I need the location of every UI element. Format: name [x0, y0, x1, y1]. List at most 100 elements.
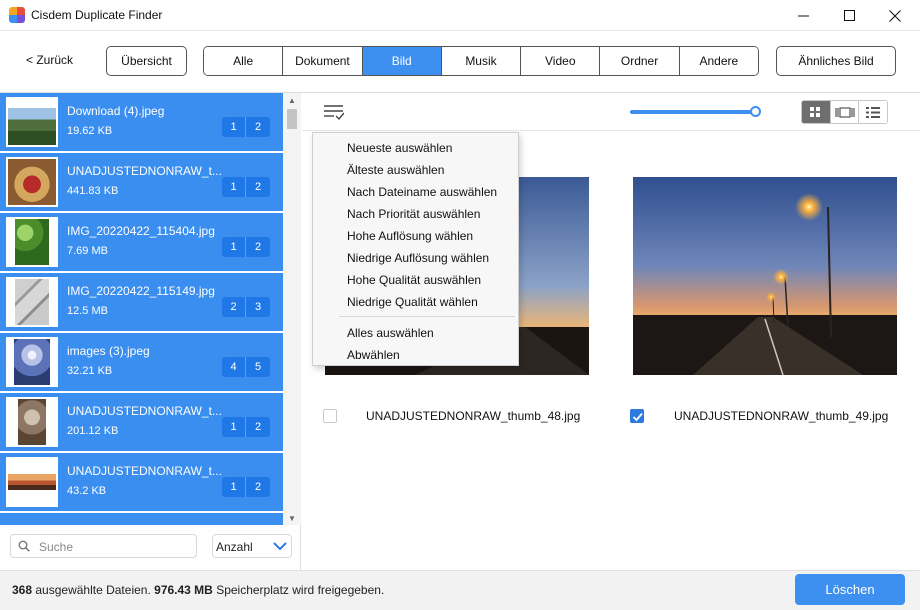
back-button[interactable]: < Zurück — [26, 53, 73, 67]
tab-image[interactable]: Bild — [362, 47, 442, 75]
list-view-icon[interactable] — [859, 101, 887, 123]
tab-all[interactable]: Alle — [204, 47, 284, 75]
list-item-partial[interactable] — [0, 513, 283, 525]
sort-dropdown[interactable]: Anzahl — [212, 534, 292, 558]
filmstrip-view-icon[interactable] — [830, 101, 860, 123]
file-checkbox[interactable] — [323, 409, 337, 423]
menu-item-newest[interactable]: Neueste auswählen — [347, 141, 452, 155]
thumbnail — [6, 157, 58, 207]
duplicate-count: 4 5 — [222, 357, 270, 377]
thumbnail — [6, 457, 58, 507]
list-item[interactable]: IMG_20220422_115404.jpg 7.69 MB 1 2 — [0, 213, 283, 271]
zoom-slider[interactable] — [630, 110, 756, 114]
select-options-menu: Neueste auswählen Älteste auswählen Nach… — [312, 132, 519, 366]
preview-toolbar — [302, 93, 920, 131]
menu-item-high-quality[interactable]: Hohe Qualität auswählen — [347, 273, 481, 287]
view-mode-toggle — [801, 100, 888, 124]
count-a: 1 — [222, 417, 246, 437]
duplicate-group-list: Download (4).jpeg 19.62 KB 1 2 UNADJUSTE… — [0, 93, 283, 525]
menu-item-by-priority[interactable]: Nach Priorität auswählen — [347, 207, 480, 221]
maximize-icon[interactable] — [826, 0, 872, 31]
tab-video[interactable]: Video — [521, 47, 601, 75]
scroll-up-icon[interactable]: ▲ — [283, 93, 301, 107]
freed-text: Speicherplatz wird freigegeben. — [216, 583, 385, 597]
minimize-icon[interactable] — [780, 0, 826, 31]
count-a: 1 — [222, 477, 246, 497]
count-a: 1 — [222, 177, 246, 197]
scroll-down-icon[interactable]: ▼ — [283, 511, 301, 525]
delete-button[interactable]: Löschen — [795, 574, 905, 605]
zoom-slider-handle[interactable] — [750, 106, 761, 117]
select-options-icon[interactable] — [324, 103, 344, 121]
count-b: 2 — [246, 417, 270, 437]
tab-folder[interactable]: Ordner — [600, 47, 680, 75]
item-size: 12.5 MB — [67, 305, 108, 317]
scroll-thumb[interactable] — [287, 109, 297, 129]
list-item[interactable]: UNADJUSTEDNONRAW_t... 43.2 KB 1 2 — [0, 453, 283, 511]
count-b: 2 — [246, 117, 270, 137]
item-size: 19.62 KB — [67, 125, 113, 137]
duplicate-count: 1 2 — [222, 417, 270, 437]
selection-summary: 368 ausgewählte Dateien. 976.43 MB Speic… — [12, 583, 384, 597]
close-icon[interactable] — [872, 0, 918, 31]
selected-count: 368 — [12, 583, 33, 597]
menu-item-oldest[interactable]: Älteste auswählen — [347, 163, 444, 177]
menu-item-select-all[interactable]: Alles auswählen — [347, 326, 434, 340]
file-row-2: UNADJUSTEDNONRAW_thumb_49.jpg — [612, 407, 920, 425]
sort-value: Anzahl — [216, 540, 253, 554]
search-input[interactable] — [39, 538, 189, 555]
list-item[interactable]: IMG_20220422_115149.jpg 12.5 MB 2 3 — [0, 273, 283, 331]
list-item[interactable]: UNADJUSTEDNONRAW_t... 441.83 KB 1 2 — [0, 153, 283, 211]
main-toolbar: < Zurück Übersicht Alle Dokument Bild Mu… — [0, 31, 920, 93]
app-logo-icon — [9, 7, 25, 23]
tab-document[interactable]: Dokument — [283, 47, 363, 75]
thumbnail — [6, 397, 58, 447]
check-icon — [632, 412, 643, 422]
freed-size: 976.43 MB — [154, 583, 213, 597]
search-field[interactable] — [10, 534, 197, 558]
count-b: 2 — [246, 237, 270, 257]
grid-view-icon[interactable] — [802, 101, 831, 123]
preview-image-2[interactable] — [633, 177, 897, 375]
chevron-down-icon — [273, 542, 287, 551]
item-size: 201.12 KB — [67, 425, 119, 437]
list-item[interactable]: Download (4).jpeg 19.62 KB 1 2 — [0, 93, 283, 151]
window-title: Cisdem Duplicate Finder — [31, 8, 163, 22]
count-b: 2 — [246, 477, 270, 497]
thumbnail — [6, 97, 58, 147]
duplicate-count: 1 2 — [222, 177, 270, 197]
menu-item-by-filename[interactable]: Nach Dateiname auswählen — [347, 185, 497, 199]
file-checkbox-checked[interactable] — [630, 409, 644, 423]
thumbnail — [6, 277, 58, 327]
menu-item-low-resolution[interactable]: Niedrige Auflösung wählen — [347, 251, 489, 265]
file-row-1: UNADJUSTEDNONRAW_thumb_48.jpg — [302, 407, 612, 425]
item-size: 7.69 MB — [67, 245, 108, 257]
menu-item-deselect[interactable]: Abwählen — [347, 348, 400, 362]
overview-button[interactable]: Übersicht — [106, 46, 187, 76]
duplicate-groups-panel: Download (4).jpeg 19.62 KB 1 2 UNADJUSTE… — [0, 93, 301, 570]
item-size: 32.21 KB — [67, 365, 113, 377]
count-a: 1 — [222, 117, 246, 137]
count-a: 4 — [222, 357, 246, 377]
duplicate-count: 2 3 — [222, 297, 270, 317]
list-item[interactable]: images (3).jpeg 32.21 KB 4 5 — [0, 333, 283, 391]
item-name: UNADJUSTEDNONRAW_t... — [67, 404, 222, 418]
list-item[interactable]: UNADJUSTEDNONRAW_t... 201.12 KB 1 2 — [0, 393, 283, 451]
tab-music[interactable]: Musik — [441, 47, 522, 75]
list-scrollbar[interactable]: ▲ ▼ — [283, 93, 301, 525]
menu-item-low-quality[interactable]: Niedrige Qualität wählen — [347, 295, 478, 309]
item-name: Download (4).jpeg — [67, 104, 165, 118]
count-a: 2 — [222, 297, 246, 317]
item-name: UNADJUSTEDNONRAW_t... — [67, 464, 222, 478]
selected-text: ausgewählte Dateien. — [35, 583, 151, 597]
menu-item-high-resolution[interactable]: Hohe Auflösung wählen — [347, 229, 473, 243]
count-b: 2 — [246, 177, 270, 197]
file-name: UNADJUSTEDNONRAW_thumb_48.jpg — [366, 409, 581, 423]
duplicate-count: 1 2 — [222, 477, 270, 497]
duplicate-count: 1 2 — [222, 117, 270, 137]
tab-other[interactable]: Andere — [679, 47, 758, 75]
count-b: 5 — [246, 357, 270, 377]
menu-divider — [339, 316, 515, 317]
similar-image-button[interactable]: Ähnliches Bild — [776, 46, 896, 76]
search-icon — [18, 540, 30, 552]
